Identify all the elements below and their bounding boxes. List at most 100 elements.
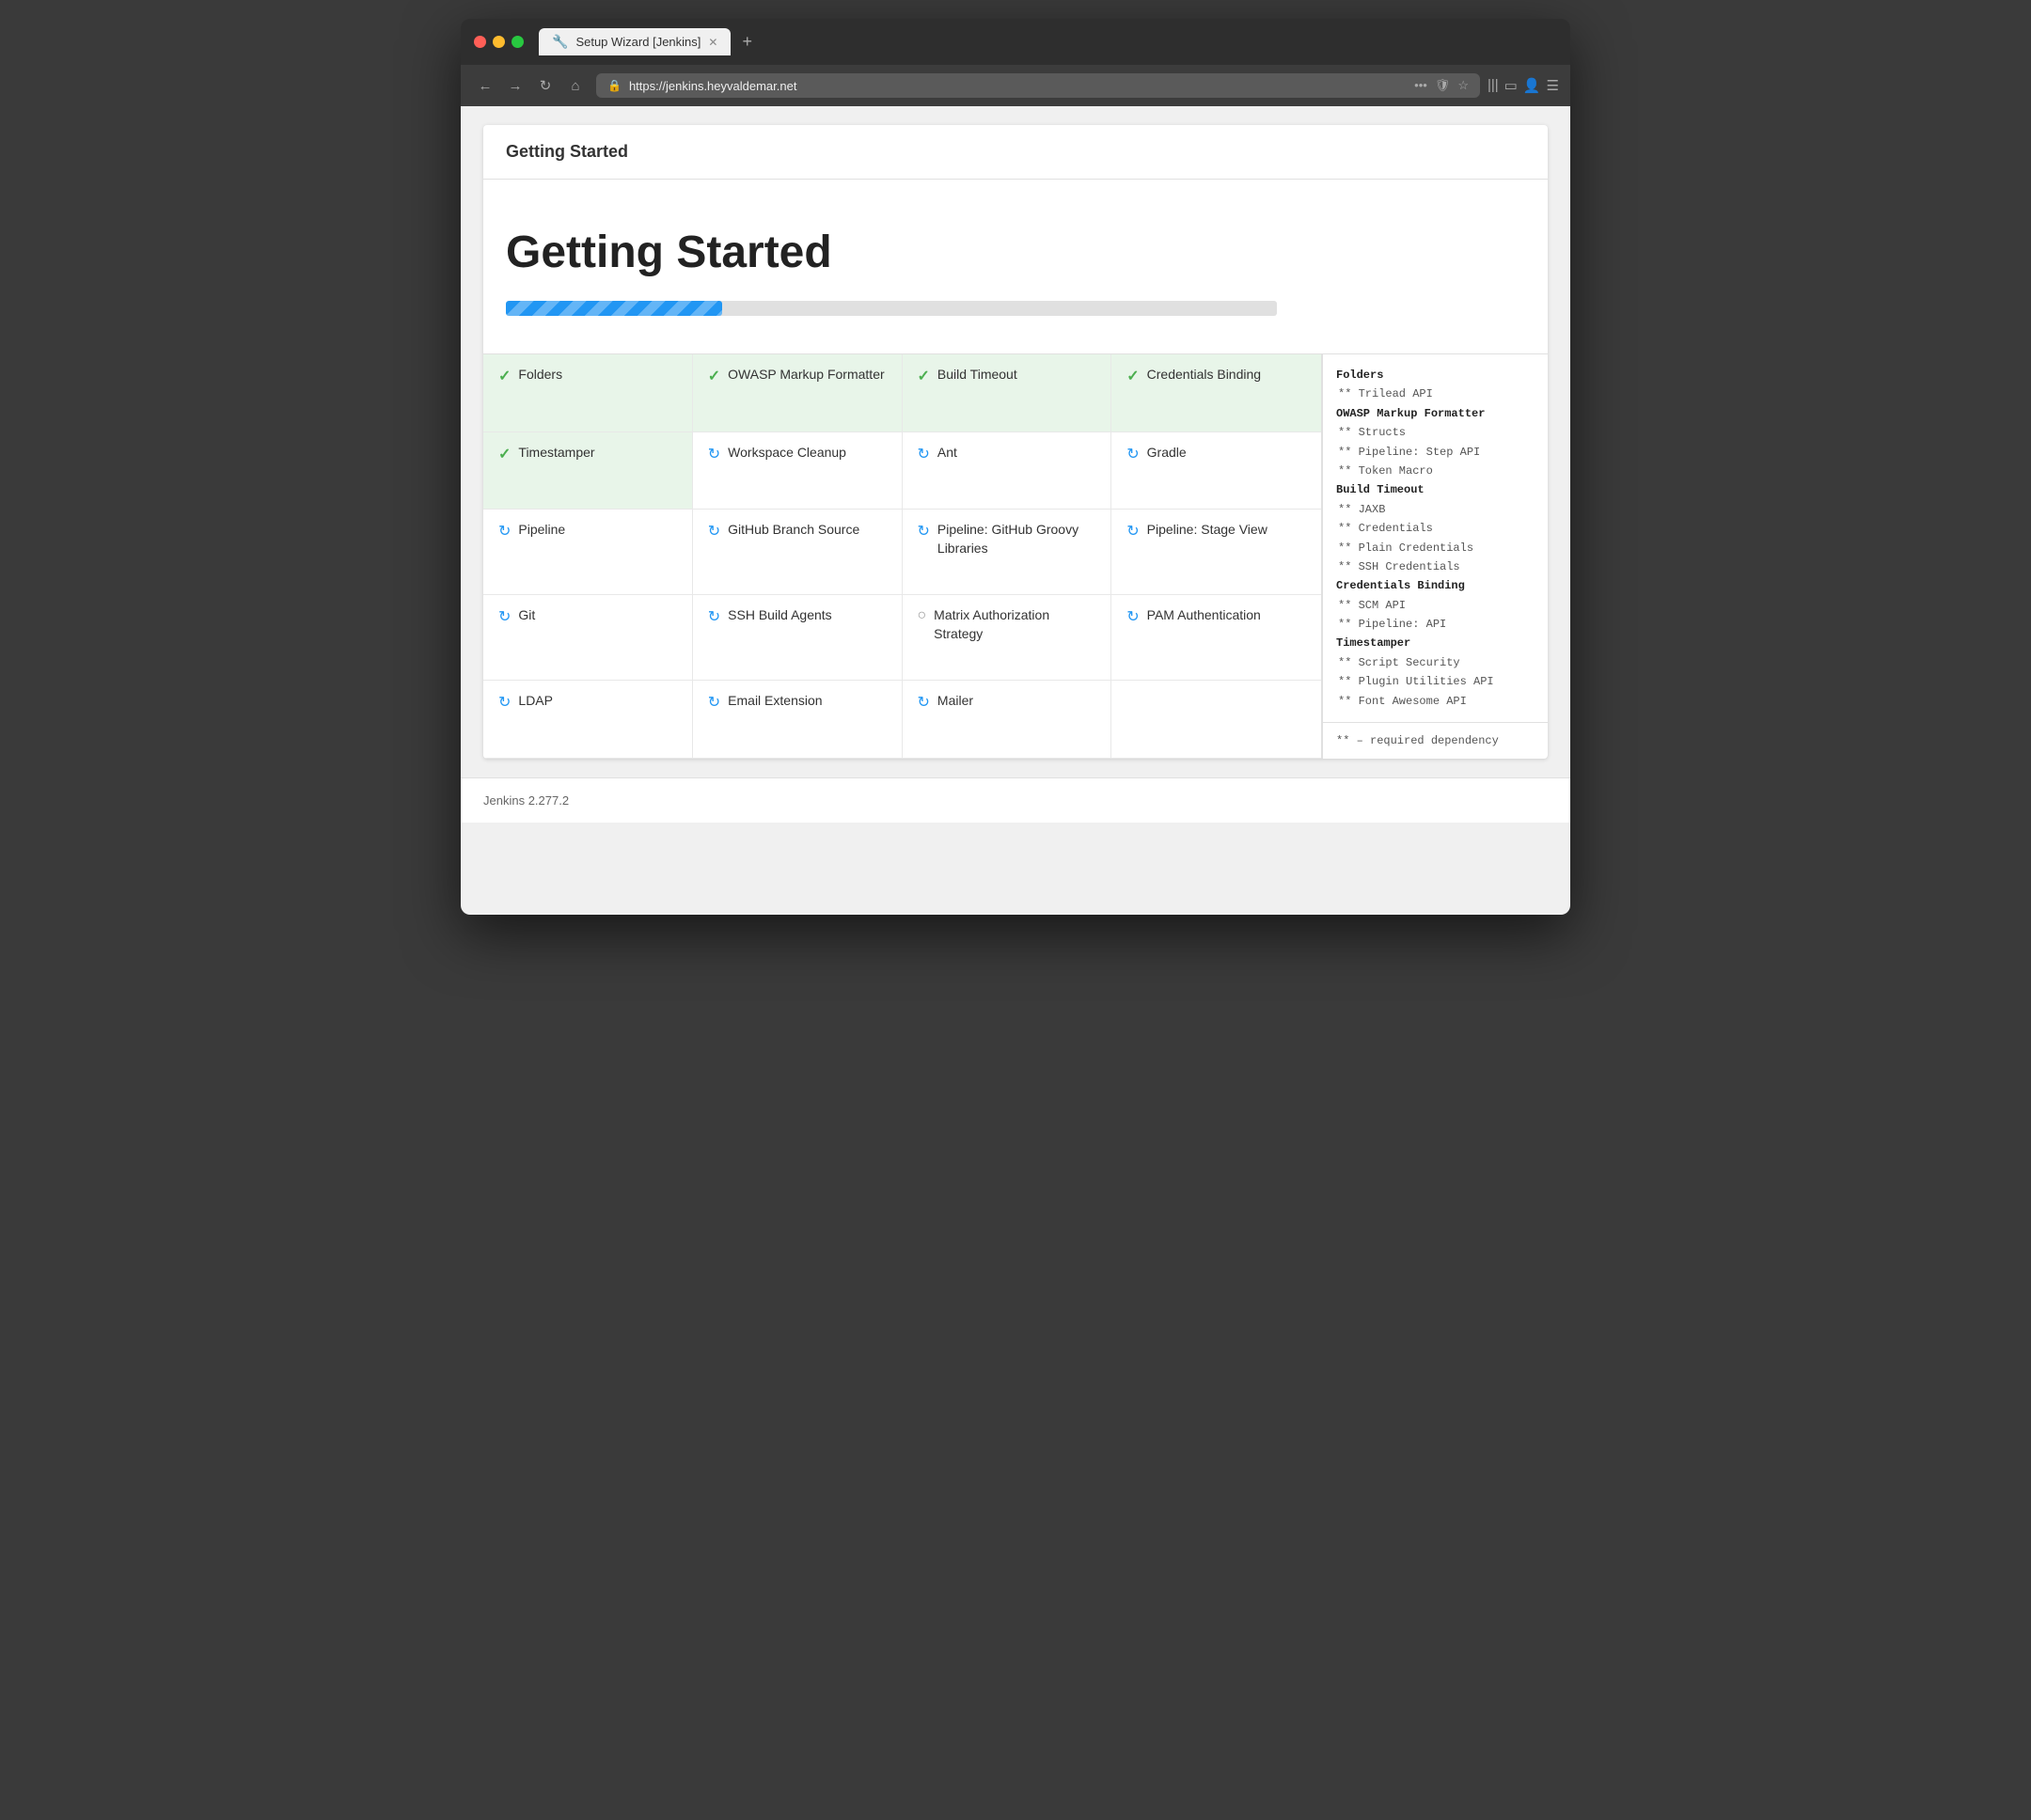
- browser-footer: [461, 823, 1570, 851]
- dep-item: ** Pipeline: API: [1336, 615, 1535, 634]
- minimize-window-button[interactable]: [493, 36, 505, 48]
- plugin-name: Git: [518, 606, 535, 625]
- tabs-icon[interactable]: ▭: [1504, 77, 1518, 94]
- plugin-cell: ↻Mailer: [903, 681, 1112, 759]
- browser-titlebar: 🔧 Setup Wizard [Jenkins] ✕ +: [461, 19, 1570, 65]
- nav-buttons: ← → ↻ ⌂: [472, 72, 589, 99]
- dep-item: ** Plain Credentials: [1336, 539, 1535, 557]
- home-button[interactable]: ⌂: [562, 72, 589, 99]
- spin-icon: ↻: [498, 693, 511, 712]
- plugin-cell: ↻Pipeline: GitHub Groovy Libraries: [903, 510, 1112, 595]
- dep-item: ** Credentials: [1336, 519, 1535, 538]
- plugin-name: Workspace Cleanup: [728, 444, 846, 463]
- spin-icon: ↻: [708, 445, 720, 463]
- bookmarks-icon[interactable]: |||: [1488, 77, 1499, 94]
- check-icon: ✓: [708, 367, 720, 385]
- dep-group: OWASP Markup Formatter: [1336, 404, 1535, 423]
- dep-item: ** JAXB: [1336, 500, 1535, 519]
- plugin-cell: ↻Pipeline: [483, 510, 693, 595]
- spin-icon: ↻: [1126, 522, 1139, 541]
- shield-icon: 🛡: [1435, 78, 1451, 93]
- browser-window: 🔧 Setup Wizard [Jenkins] ✕ + ← → ↻ ⌂ 🔒 h…: [461, 19, 1570, 915]
- active-tab[interactable]: 🔧 Setup Wizard [Jenkins] ✕: [539, 28, 731, 55]
- close-window-button[interactable]: [474, 36, 486, 48]
- check-icon: ✓: [918, 367, 930, 385]
- dependencies-sidebar: Folders** Trilead APIOWASP Markup Format…: [1323, 354, 1548, 722]
- version-text: Jenkins 2.277.2: [483, 793, 569, 808]
- plugin-cell: ↻ Pipeline: Stage View: [1111, 510, 1321, 595]
- check-icon: ✓: [498, 367, 511, 385]
- plugin-name: Gradle: [1147, 444, 1187, 463]
- plugin-cell: ↻ LDAP: [483, 681, 693, 759]
- star-icon: ☆: [1457, 78, 1469, 93]
- progress-container: [506, 301, 1277, 316]
- plugin-cell: ↻Git: [483, 595, 693, 681]
- dep-item: ** SSH Credentials: [1336, 557, 1535, 576]
- dep-item: ** SCM API: [1336, 596, 1535, 615]
- plugin-table-wrapper: ✓Folders✓OWASP Markup Formatter✓Build Ti…: [483, 354, 1548, 759]
- plugin-cell: ↻SSH Build Agents: [693, 595, 903, 681]
- plugin-cell: ↻Email Extension: [693, 681, 903, 759]
- check-icon: ✓: [1126, 367, 1139, 385]
- plugin-cell: ○Matrix Authorization Strategy: [903, 595, 1112, 681]
- card-header: Getting Started: [483, 125, 1548, 180]
- dep-footer-text: ** – required dependency: [1336, 734, 1499, 747]
- toolbar-right-icons: ||| ▭ 👤 ☰: [1488, 77, 1559, 94]
- dep-group: Timestamper: [1336, 634, 1535, 652]
- plugin-cell: ↻GitHub Branch Source: [693, 510, 903, 595]
- reload-button[interactable]: ↻: [532, 72, 559, 99]
- tab-title: Setup Wizard [Jenkins]: [575, 35, 701, 49]
- plugin-name: GitHub Branch Source: [728, 521, 859, 540]
- plugin-cell: ✓ OWASP Markup Formatter: [693, 354, 903, 432]
- dep-item: ** Trilead API: [1336, 384, 1535, 403]
- dep-item: ** Plugin Utilities API: [1336, 672, 1535, 691]
- plugin-name: OWASP Markup Formatter: [728, 366, 884, 384]
- browser-toolbar: ← → ↻ ⌂ 🔒 https://jenkins.heyvaldemar.ne…: [461, 65, 1570, 106]
- spin-icon: ↻: [1126, 607, 1139, 626]
- dep-footer: ** – required dependency: [1323, 722, 1548, 759]
- traffic-lights: [474, 36, 524, 48]
- plugin-name: Pipeline: Stage View: [1147, 521, 1267, 540]
- dep-group: Build Timeout: [1336, 480, 1535, 499]
- url-display: https://jenkins.heyvaldemar.net: [629, 79, 1407, 93]
- plugin-cell: ↻ Workspace Cleanup: [693, 432, 903, 510]
- forward-button[interactable]: →: [502, 72, 528, 99]
- plugin-cell: ✓ Build Timeout: [903, 354, 1112, 432]
- tab-bar: 🔧 Setup Wizard [Jenkins] ✕ +: [539, 28, 1557, 55]
- spin-icon: ↻: [918, 445, 930, 463]
- tab-close-button[interactable]: ✕: [708, 36, 717, 49]
- spin-icon: ↻: [918, 522, 930, 541]
- plugin-cell: ✓Credentials Binding: [1111, 354, 1321, 432]
- plugin-cell: ✓Folders: [483, 354, 693, 432]
- spin-icon: ↻: [1126, 445, 1139, 463]
- plugin-name: Timestamper: [518, 444, 594, 463]
- plugin-cell: ↻ Gradle: [1111, 432, 1321, 510]
- maximize-window-button[interactable]: [512, 36, 524, 48]
- card-header-text: Getting Started: [506, 142, 628, 161]
- page-wrapper: Getting Started Getting Started ✓Fold: [461, 106, 1570, 759]
- plugin-cell: ↻Ant: [903, 432, 1112, 510]
- spin-icon: ↻: [498, 522, 511, 541]
- dep-group: Credentials Binding: [1336, 576, 1535, 595]
- plugin-name: Matrix Authorization Strategy: [934, 606, 1095, 643]
- plugin-name: PAM Authentication: [1147, 606, 1261, 625]
- plugin-cell: [1111, 681, 1321, 759]
- plugin-name: Email Extension: [728, 692, 822, 711]
- dep-item: ** Script Security: [1336, 653, 1535, 672]
- address-bar[interactable]: 🔒 https://jenkins.heyvaldemar.net ••• 🛡 …: [596, 73, 1480, 98]
- dep-group: Folders: [1336, 366, 1535, 384]
- plugin-name: LDAP: [518, 692, 553, 711]
- back-button[interactable]: ←: [472, 72, 498, 99]
- dep-item: ** Pipeline: Step API: [1336, 443, 1535, 462]
- spin-icon: ↻: [918, 693, 930, 712]
- progress-bar-track: [506, 301, 1277, 316]
- plugin-cell: ↻ PAM Authentication: [1111, 595, 1321, 681]
- dots-icon: •••: [1414, 78, 1427, 93]
- dep-item: ** Structs: [1336, 423, 1535, 442]
- lock-icon: 🔒: [607, 79, 622, 92]
- menu-icon[interactable]: ☰: [1547, 77, 1559, 94]
- profile-icon[interactable]: 👤: [1523, 77, 1541, 94]
- progress-bar-fill: [506, 301, 722, 316]
- new-tab-button[interactable]: +: [734, 28, 760, 55]
- plugin-name: Build Timeout: [937, 366, 1017, 384]
